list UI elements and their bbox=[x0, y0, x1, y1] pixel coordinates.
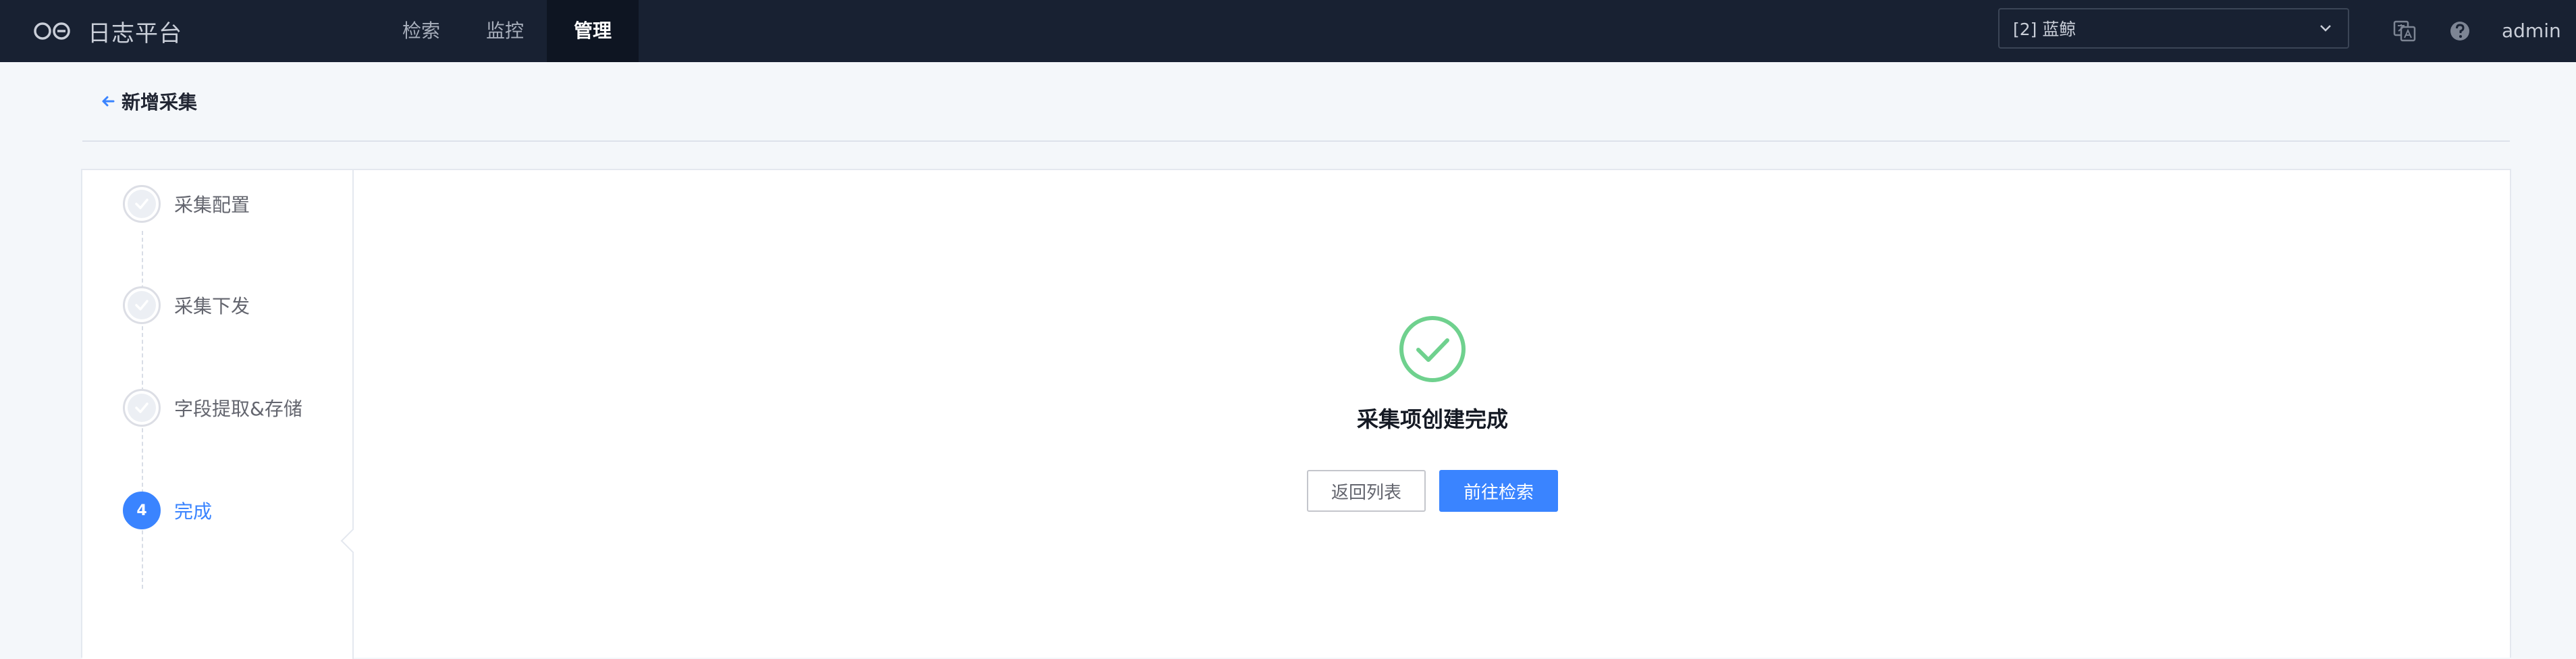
step-complete[interactable]: 4 完成 bbox=[123, 492, 212, 529]
result-panel: 采集项创建完成 返回列表 前往检索 bbox=[354, 170, 2511, 659]
chevron-down-icon bbox=[2320, 25, 2331, 32]
action-buttons: 返回列表 前往检索 bbox=[1306, 470, 1559, 512]
business-select[interactable]: [2] 蓝鲸 bbox=[1998, 8, 2349, 49]
nav-item-search[interactable]: 检索 bbox=[379, 0, 463, 62]
step-label: 采集下发 bbox=[174, 295, 250, 317]
check-circle-icon bbox=[1399, 316, 1466, 382]
language-icon[interactable] bbox=[2391, 18, 2418, 45]
check-icon bbox=[135, 402, 149, 413]
business-select-value: [2] 蓝鲸 bbox=[2013, 20, 2076, 39]
help-icon[interactable] bbox=[2446, 18, 2473, 45]
steps-panel: 采集配置 采集下发 字段提取&存储 4 完成 bbox=[82, 170, 366, 659]
step-done-indicator bbox=[123, 389, 161, 427]
nav-item-monitor[interactable]: 监控 bbox=[463, 0, 547, 62]
step-collect-config[interactable]: 采集配置 bbox=[123, 185, 250, 223]
check-icon bbox=[135, 199, 149, 209]
main-card: 采集配置 采集下发 字段提取&存储 4 完成 采集项创建完成 返回列表 前往检索 bbox=[81, 169, 2511, 659]
go-to-search-button[interactable]: 前往检索 bbox=[1439, 470, 1559, 512]
success-message: 采集项创建完成 bbox=[1356, 406, 1508, 432]
check-icon bbox=[135, 300, 149, 311]
back-to-list-button[interactable]: 返回列表 bbox=[1306, 470, 1426, 512]
step-done-indicator bbox=[123, 185, 161, 223]
step-done-indicator bbox=[123, 286, 161, 324]
step-label: 完成 bbox=[174, 500, 213, 523]
arrow-left-icon[interactable] bbox=[99, 92, 117, 111]
top-navigation-bar: 日志平台 检索 监控 管理 [2] 蓝鲸 admin bbox=[0, 0, 2576, 62]
main-nav: 检索 监控 管理 bbox=[379, 0, 639, 62]
step-label: 采集配置 bbox=[174, 194, 250, 216]
step-field-extract-storage[interactable]: 字段提取&存储 bbox=[123, 389, 302, 427]
infinity-logo-icon bbox=[34, 22, 70, 40]
page-header: 新增采集 bbox=[82, 62, 2510, 142]
brand[interactable]: 日志平台 bbox=[32, 0, 182, 62]
step-number: 4 bbox=[136, 502, 147, 519]
page-title: 新增采集 bbox=[122, 91, 198, 113]
step-collect-deploy[interactable]: 采集下发 bbox=[123, 286, 250, 324]
step-label: 字段提取&存储 bbox=[174, 398, 302, 420]
app-name: 日志平台 bbox=[88, 20, 182, 47]
nav-item-manage[interactable]: 管理 bbox=[547, 0, 639, 62]
step-current-indicator: 4 bbox=[123, 492, 161, 529]
user-menu[interactable]: admin bbox=[2502, 0, 2561, 62]
